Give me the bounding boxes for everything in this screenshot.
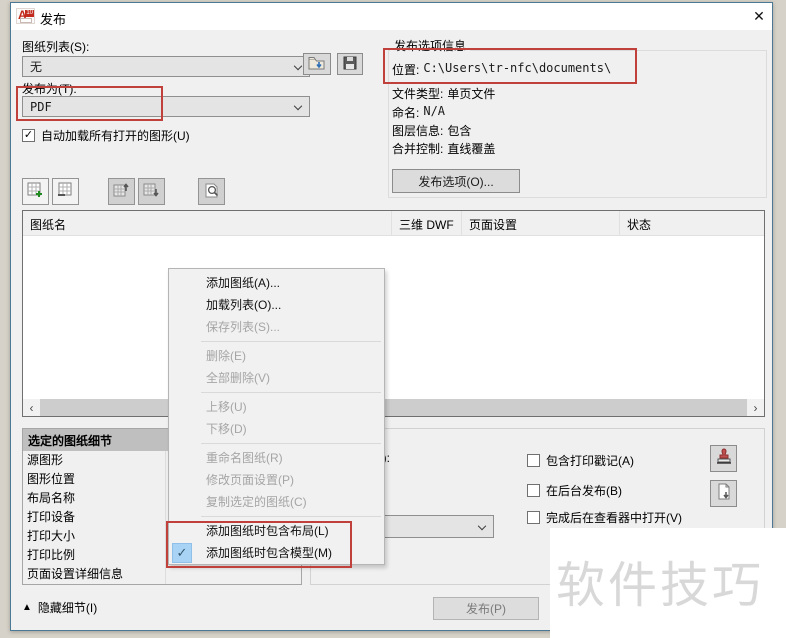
horizontal-scrollbar[interactable]: ‹ › — [23, 399, 764, 416]
save-floppy-icon — [343, 56, 357, 73]
menu-item-move-down: 下移(D) — [206, 422, 247, 436]
red-annotation-box-pdf — [16, 86, 163, 121]
menu-item-remove: 删除(E) — [206, 349, 246, 363]
column-header-sheet-name[interactable]: 图纸名 — [23, 211, 391, 235]
open-in-viewer-checkbox-row[interactable]: 完成后在查看器中打开(V) — [527, 509, 682, 526]
save-sheet-list-button[interactable] — [337, 53, 363, 75]
move-down-icon — [143, 182, 160, 202]
scroll-left-icon[interactable]: ‹ — [23, 399, 40, 416]
move-sheet-down-button[interactable] — [138, 178, 165, 205]
menu-separator — [201, 443, 381, 444]
add-sheet-icon — [27, 182, 44, 202]
window-title: 发布 — [40, 12, 67, 27]
watermark-text: 软件技巧 — [556, 559, 765, 613]
unchecked-checkbox-icon[interactable] — [527, 511, 540, 524]
move-up-icon — [113, 182, 130, 202]
remove-sheet-icon — [57, 182, 74, 202]
remove-sheets-button[interactable] — [52, 178, 79, 205]
title-bar[interactable] — [11, 3, 772, 30]
chevron-down-icon — [293, 101, 303, 110]
menu-item-remove-all: 全部删除(V) — [206, 371, 270, 385]
plot-stamp-checkbox-row[interactable]: 包含打印戳记(A) — [527, 452, 634, 469]
info-layer: 图层信息: 包含 — [392, 124, 472, 138]
info-file-type: 文件类型: 单页文件 — [392, 87, 496, 101]
chevron-down-icon — [477, 521, 487, 530]
background-publish-checkbox-row[interactable]: 在后台发布(B) — [527, 482, 622, 499]
screen: A 10 发布 ✕ 图纸列表(S): 无 发布为(T): PDF ✓ 自动加载所… — [0, 0, 786, 638]
column-header-3d-dwf[interactable]: 三维 DWF — [391, 211, 461, 235]
add-sheets-button[interactable] — [22, 178, 49, 205]
column-header-status[interactable]: 状态 — [619, 211, 764, 235]
unchecked-checkbox-icon[interactable] — [527, 484, 540, 497]
page-down-arrow-icon — [715, 483, 733, 504]
menu-separator — [201, 341, 381, 342]
menu-separator — [201, 516, 381, 517]
publish-button[interactable]: 发布(P) — [433, 597, 539, 620]
autocad-app-icon: A 10 — [16, 8, 35, 24]
plot-stamp-settings-button[interactable] — [710, 445, 737, 472]
menu-item-change-page-setup: 修改页面设置(P) — [206, 473, 294, 487]
menu-item-rename-sheet: 重命名图纸(R) — [206, 451, 283, 465]
scrollbar-thumb[interactable] — [40, 399, 747, 416]
info-naming: 命名: N/A — [392, 104, 446, 120]
menu-item-save-list: 保存列表(S)... — [206, 320, 280, 334]
red-annotation-box-menu — [166, 521, 352, 568]
menu-item-copy-selected-sheets: 复制选定的图纸(C) — [206, 495, 307, 509]
sheet-list-dropdown[interactable]: 无 — [22, 56, 310, 77]
sheet-list-label: 图纸列表(S): — [22, 40, 90, 54]
menu-item-load-list[interactable]: 加载列表(O)... — [169, 294, 384, 316]
preview-magnifier-icon — [203, 182, 220, 202]
info-merge: 合并控制: 直线覆盖 — [392, 142, 496, 156]
folder-arrow-icon — [308, 56, 326, 73]
menu-item-move-up: 上移(U) — [206, 400, 247, 414]
background-publish-settings-button[interactable] — [710, 480, 737, 507]
triangle-up-icon: ▲ — [22, 602, 32, 613]
auto-load-label: 自动加载所有打开的图形(U) — [41, 129, 190, 143]
move-sheet-up-button[interactable] — [108, 178, 135, 205]
load-sheet-list-button[interactable] — [303, 53, 331, 75]
chevron-down-icon — [293, 61, 303, 70]
table-header-row: 图纸名 三维 DWF 页面设置 状态 — [23, 211, 764, 236]
column-header-page-setup[interactable]: 页面设置 — [461, 211, 619, 235]
unchecked-checkbox-icon[interactable] — [527, 454, 540, 467]
red-annotation-box-location — [383, 48, 637, 84]
publish-options-button[interactable]: 发布选项(O)... — [392, 169, 520, 193]
auto-load-checkbox-row[interactable]: ✓ 自动加载所有打开的图形(U) — [22, 127, 190, 144]
checked-checkbox-icon[interactable]: ✓ — [22, 129, 35, 142]
preview-button[interactable] — [198, 178, 225, 205]
stamp-icon — [715, 448, 733, 469]
menu-item-add-sheets[interactable]: 添加图纸(A)... — [169, 272, 384, 294]
watermark-panel: 软件技巧 — [550, 528, 786, 638]
sheet-list-table: 图纸名 三维 DWF 页面设置 状态 — [22, 210, 765, 417]
close-icon[interactable]: ✕ — [746, 3, 772, 29]
hide-details-toggle[interactable]: ▲ 隐藏细节(I) — [22, 599, 97, 616]
menu-separator — [201, 392, 381, 393]
scroll-right-icon[interactable]: › — [747, 399, 764, 416]
